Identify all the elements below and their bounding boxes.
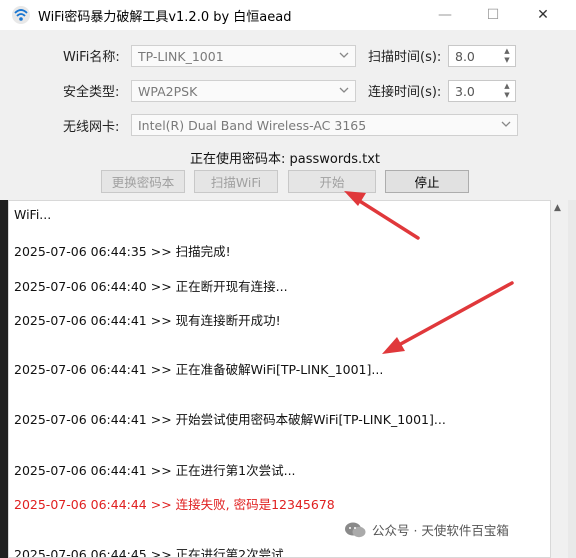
log-line: 2025-07-06 06:44:41 >> 正在准备破解WiFi[TP-LIN… [14, 362, 384, 377]
adapter-select[interactable]: Intel(R) Dual Band Wireless-AC 3165 [131, 114, 518, 136]
stepper-arrows-icon[interactable]: ▲ ▼ [501, 47, 513, 65]
log-line: 2025-07-06 06:44:45 >> 正在进行第2次尝试... [14, 547, 296, 558]
scan-wifi-button[interactable]: 扫描WiFi [194, 170, 278, 193]
minimize-icon: — [438, 7, 452, 23]
title-bar[interactable]: WiFi密码暴力破解工具v1.2.0 by 白恒aead — ☐ ✕ [0, 0, 576, 30]
log-line: 2025-07-06 06:44:41 >> 开始尝试使用密码本破解WiFi[T… [14, 412, 446, 427]
wifi-name-label: WiFi名称: [63, 50, 120, 65]
security-type-select[interactable]: WPA2PSK [131, 80, 356, 102]
adapter-label: 无线网卡: [63, 120, 120, 135]
log-line: 2025-07-06 06:44:40 >> 正在断开现有连接... [14, 279, 288, 294]
security-type-value: WPA2PSK [138, 84, 198, 99]
stepper-arrows-icon[interactable]: ▲ ▼ [501, 82, 513, 100]
close-icon: ✕ [537, 7, 549, 23]
log-line: WiFi... [14, 207, 52, 222]
maximize-icon: ☐ [486, 7, 500, 23]
dictionary-status: 正在使用密码本: passwords.txt [190, 152, 381, 167]
maximize-button[interactable]: ☐ [470, 0, 516, 30]
scan-time-spinner[interactable]: 8.0 ▲ ▼ [448, 45, 516, 67]
log-line: 2025-07-06 06:44:41 >> 正在进行第1次尝试... [14, 463, 296, 478]
scan-time-value: 8.0 [455, 49, 475, 64]
change-dictionary-button[interactable]: 更换密码本 [101, 170, 185, 193]
start-button[interactable]: 开始 [288, 170, 376, 193]
connect-time-value: 3.0 [455, 84, 475, 99]
scan-time-label: 扫描时间(s): [368, 50, 442, 65]
log-line: 2025-07-06 06:44:41 >> 现有连接断开成功! [14, 313, 281, 328]
scroll-up-icon[interactable]: ▲ [554, 204, 564, 213]
adapter-value: Intel(R) Dual Band Wireless-AC 3165 [138, 118, 367, 133]
connect-time-label: 连接时间(s): [368, 85, 442, 100]
log-scrollbar[interactable]: ▲ [551, 200, 568, 558]
close-button[interactable]: ✕ [520, 0, 566, 30]
log-output[interactable]: WiFi... 2025-07-06 06:44:35 >> 扫描完成! 202… [8, 200, 551, 558]
window-title: WiFi密码暴力破解工具v1.2.0 by 白恒aead [38, 10, 292, 25]
watermark-text: 公众号 · 天使软件百宝箱 [372, 523, 509, 538]
watermark: 公众号 · 天使软件百宝箱 [344, 520, 509, 539]
chevron-down-icon [339, 87, 349, 93]
minimize-button[interactable]: — [422, 0, 468, 30]
chevron-down-icon [339, 52, 349, 58]
chevron-down-icon [501, 121, 511, 127]
app-window: WiFi密码暴力破解工具v1.2.0 by 白恒aead — ☐ ✕ WiFi名… [0, 0, 576, 558]
wifi-name-value: TP-LINK_1001 [138, 49, 224, 64]
wechat-icon [345, 522, 366, 537]
wifi-name-select[interactable]: TP-LINK_1001 [131, 45, 356, 67]
connect-time-spinner[interactable]: 3.0 ▲ ▼ [448, 80, 516, 102]
wifi-app-icon [12, 6, 30, 24]
log-line: 2025-07-06 06:44:35 >> 扫描完成! [14, 244, 231, 259]
stop-button[interactable]: 停止 [385, 170, 469, 193]
security-type-label: 安全类型: [63, 85, 120, 100]
log-line-error: 2025-07-06 06:44:44 >> 连接失败, 密码是12345678 [14, 497, 335, 512]
